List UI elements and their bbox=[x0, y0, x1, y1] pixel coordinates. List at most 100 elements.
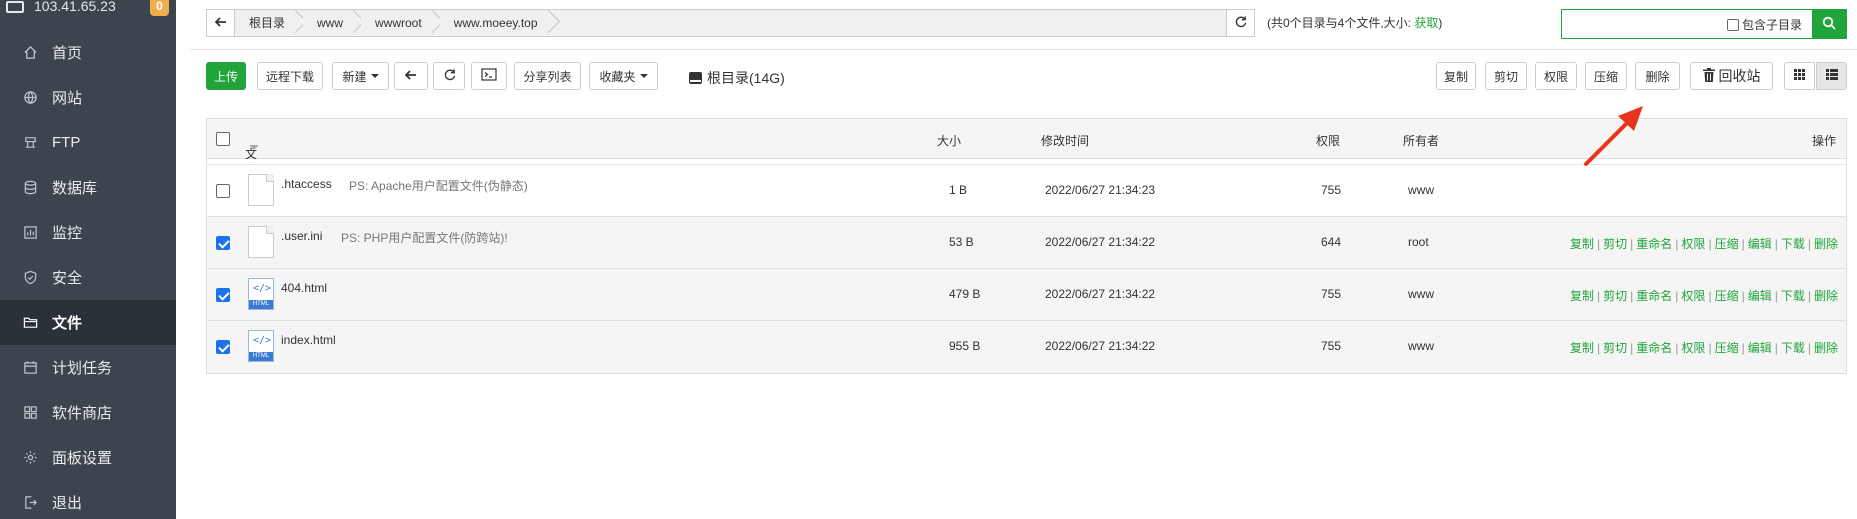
batch-compress-button[interactable]: 压缩 bbox=[1585, 62, 1627, 90]
table-row[interactable]: </> HTML index.html 955 B 2022/06/27 21:34:2… bbox=[207, 321, 1846, 373]
sidebar-item-label: 数据库 bbox=[52, 180, 98, 197]
col-perm-header[interactable]: 权限 bbox=[1316, 132, 1340, 149]
col-owner-header[interactable]: 所有者 bbox=[1403, 132, 1439, 149]
row-checkbox[interactable] bbox=[216, 288, 230, 302]
file-mtime: 2022/06/27 21:34:22 bbox=[1045, 287, 1156, 301]
search-input[interactable]: 包含子目录 bbox=[1562, 10, 1812, 38]
file-perm[interactable]: 755 bbox=[1321, 339, 1341, 353]
file-perm[interactable]: 644 bbox=[1321, 235, 1341, 249]
row-action-link[interactable]: 下载 bbox=[1781, 289, 1805, 303]
file-perm[interactable]: 755 bbox=[1321, 287, 1341, 301]
include-subdir-checkbox[interactable]: 包含子目录 bbox=[1726, 16, 1802, 33]
remote-download-button[interactable]: 远程下载 bbox=[257, 62, 323, 90]
row-action-link[interactable]: 权限 bbox=[1681, 237, 1705, 251]
table-row[interactable]: .user.ini PS: PHP用户配置文件(防跨站)! 53 B 2022/06/… bbox=[207, 217, 1846, 269]
file-mtime: 2022/06/27 21:34:23 bbox=[1045, 183, 1156, 197]
recycle-bin-button[interactable]: 回收站 bbox=[1690, 62, 1773, 90]
batch-delete-button[interactable]: 删除 bbox=[1635, 62, 1680, 90]
col-size-header[interactable]: 大小 bbox=[937, 132, 961, 149]
sidebar-item-security[interactable]: 安全 bbox=[0, 255, 176, 300]
col-mtime-header[interactable]: 修改时间 bbox=[1041, 132, 1089, 149]
row-action-link[interactable]: 复制 bbox=[1570, 237, 1594, 251]
action-separator: | bbox=[1708, 341, 1712, 355]
sidebar-item-website[interactable]: 网站 bbox=[0, 75, 176, 120]
row-action-link[interactable]: 压缩 bbox=[1715, 341, 1739, 355]
row-action-link[interactable]: 剪切 bbox=[1603, 289, 1627, 303]
breadcrumb-item[interactable]: wwwroot bbox=[361, 10, 440, 36]
row-action-link[interactable]: 剪切 bbox=[1603, 237, 1627, 251]
terminal-button[interactable] bbox=[471, 62, 507, 90]
batch-permission-button[interactable]: 权限 bbox=[1535, 62, 1577, 90]
sidebar-item-files[interactable]: 文件 bbox=[0, 300, 176, 345]
notification-badge[interactable]: 0 bbox=[150, 0, 169, 16]
breadcrumb-item[interactable]: www.moeey.top bbox=[439, 10, 556, 36]
logout-icon bbox=[22, 495, 38, 511]
action-separator: | bbox=[1597, 289, 1601, 303]
file-remark[interactable]: PS: Apache用户配置文件(伪静态) bbox=[349, 177, 528, 194]
row-checkbox[interactable] bbox=[216, 236, 230, 250]
row-action-link[interactable]: 权限 bbox=[1681, 341, 1705, 355]
row-action-link[interactable]: 复制 bbox=[1570, 341, 1594, 355]
batch-cut-button[interactable]: 剪切 bbox=[1485, 62, 1527, 90]
row-action-link[interactable]: 删除 bbox=[1814, 289, 1838, 303]
folder-icon bbox=[22, 315, 38, 331]
sidebar-item-store[interactable]: 软件商店 bbox=[0, 390, 176, 435]
row-action-link[interactable]: 编辑 bbox=[1748, 237, 1772, 251]
row-action-link[interactable]: 删除 bbox=[1814, 237, 1838, 251]
row-action-link[interactable]: 下载 bbox=[1781, 237, 1805, 251]
file-name[interactable]: .user.ini bbox=[281, 229, 322, 243]
sidebar-item-cron[interactable]: 计划任务 bbox=[0, 345, 176, 390]
row-action-link[interactable]: 重命名 bbox=[1636, 341, 1672, 355]
row-checkbox[interactable] bbox=[216, 340, 230, 354]
share-list-button[interactable]: 分享列表 bbox=[514, 62, 581, 90]
path-refresh-button[interactable] bbox=[1226, 10, 1254, 36]
get-size-link[interactable]: 获取 bbox=[1414, 16, 1438, 30]
row-action-link[interactable]: 重命名 bbox=[1636, 289, 1672, 303]
sidebar-item-settings[interactable]: 面板设置 bbox=[0, 435, 176, 480]
file-name[interactable]: 404.html bbox=[281, 281, 327, 295]
file-perm[interactable]: 755 bbox=[1321, 183, 1341, 197]
favorites-dropdown-button[interactable]: 收藏夹 bbox=[589, 62, 658, 90]
root-disk-label: 根目录(14G) bbox=[707, 70, 785, 86]
row-action-link[interactable]: 重命名 bbox=[1636, 237, 1672, 251]
file-name[interactable]: index.html bbox=[281, 333, 336, 347]
table-row[interactable]: .htaccess PS: Apache用户配置文件(伪静态) 1 B 2022/06… bbox=[207, 165, 1846, 217]
batch-copy-button[interactable]: 复制 bbox=[1436, 62, 1476, 90]
back-button[interactable] bbox=[394, 62, 428, 90]
breadcrumb-item[interactable]: www bbox=[303, 10, 362, 36]
row-action-link[interactable]: 编辑 bbox=[1748, 341, 1772, 355]
sidebar-item-home[interactable]: 首页 bbox=[0, 30, 176, 75]
action-separator: | bbox=[1708, 237, 1712, 251]
terminal-icon bbox=[481, 68, 497, 84]
new-dropdown-button[interactable]: 新建 bbox=[332, 62, 389, 90]
upload-button[interactable]: 上传 bbox=[206, 62, 246, 90]
sidebar-item-ftp[interactable]: FTP bbox=[0, 120, 176, 165]
refresh-icon bbox=[1234, 15, 1247, 31]
file-name[interactable]: .htaccess bbox=[281, 177, 332, 191]
list-view-button[interactable] bbox=[1816, 62, 1847, 90]
grid-view-button[interactable] bbox=[1784, 62, 1815, 90]
row-checkbox[interactable] bbox=[216, 184, 230, 198]
search-button[interactable] bbox=[1812, 10, 1846, 38]
row-action-link[interactable]: 删除 bbox=[1814, 341, 1838, 355]
row-action-link[interactable]: 剪切 bbox=[1603, 341, 1627, 355]
path-back-button[interactable] bbox=[207, 10, 235, 36]
sidebar-item-monitor[interactable]: 监控 bbox=[0, 210, 176, 255]
row-action-link[interactable]: 编辑 bbox=[1748, 289, 1772, 303]
sidebar-item-label: FTP bbox=[52, 134, 81, 151]
search-icon bbox=[1822, 16, 1836, 33]
file-remark[interactable]: PS: PHP用户配置文件(防跨站)! bbox=[341, 229, 508, 246]
table-row[interactable]: </> HTML 404.html 479 B 2022/06/27 21:34:22 7… bbox=[207, 269, 1846, 321]
sidebar-item-logout[interactable]: 退出 bbox=[0, 480, 176, 519]
breadcrumb-item[interactable]: 根目录 bbox=[235, 10, 304, 36]
select-all-checkbox[interactable] bbox=[216, 132, 230, 146]
sidebar-item-database[interactable]: 数据库 bbox=[0, 165, 176, 210]
row-action-link[interactable]: 权限 bbox=[1681, 289, 1705, 303]
shield-icon bbox=[22, 270, 38, 286]
row-action-link[interactable]: 压缩 bbox=[1715, 289, 1739, 303]
row-action-link[interactable]: 下载 bbox=[1781, 341, 1805, 355]
row-action-link[interactable]: 复制 bbox=[1570, 289, 1594, 303]
refresh-button[interactable] bbox=[433, 62, 465, 90]
html-file-icon: </> HTML bbox=[248, 278, 274, 310]
row-action-link[interactable]: 压缩 bbox=[1715, 237, 1739, 251]
